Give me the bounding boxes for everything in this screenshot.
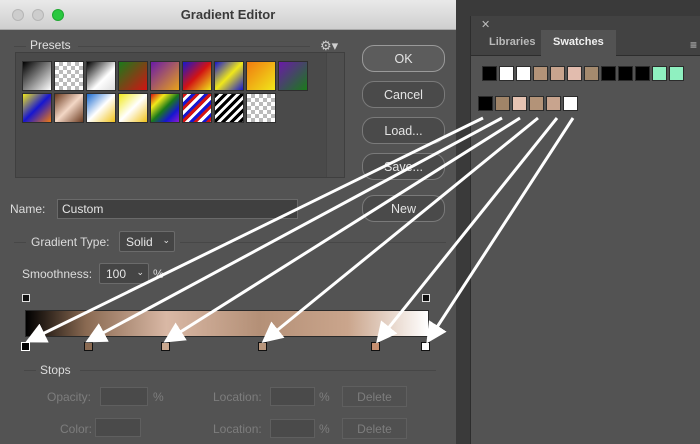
swatch[interactable] <box>482 66 497 81</box>
swatch[interactable] <box>516 66 531 81</box>
color-stop[interactable] <box>421 342 430 351</box>
color-stop[interactable] <box>21 342 30 351</box>
gradient-editor-window: Gradient Editor Presets ⚙▾ OK Cancel Loa… <box>0 0 456 444</box>
opacity-location-field[interactable] <box>270 387 315 406</box>
opacity-percent: % <box>153 390 164 404</box>
gradient-type-value: Solid <box>126 235 153 249</box>
preset-swatch[interactable] <box>214 93 244 123</box>
swatch[interactable] <box>499 66 514 81</box>
smoothness-value: 100 <box>106 267 127 281</box>
cancel-button[interactable]: Cancel <box>362 81 445 108</box>
swatch[interactable] <box>550 66 565 81</box>
opacity-location-label: Location: <box>213 390 262 404</box>
presets-scrollbar[interactable] <box>326 53 344 177</box>
gradient-type-select[interactable]: Solid ⌄ <box>119 231 175 252</box>
swatch[interactable] <box>529 96 544 111</box>
swatch[interactable] <box>669 66 684 81</box>
preset-swatch[interactable] <box>182 61 212 91</box>
panel-header: ✕ Libraries Swatches ≡ <box>471 16 700 56</box>
window-title: Gradient Editor <box>180 7 276 22</box>
gradient-type-divider-left <box>14 242 26 243</box>
stops-label: Stops <box>40 363 71 377</box>
opacity-delete-button[interactable]: Delete <box>342 386 407 407</box>
stops-divider-left <box>24 370 36 371</box>
load-button[interactable]: Load... <box>362 117 445 144</box>
preset-swatch[interactable] <box>22 61 52 91</box>
preset-swatch[interactable] <box>182 93 212 123</box>
preset-swatch[interactable] <box>54 61 84 91</box>
swatch[interactable] <box>495 96 510 111</box>
color-location-percent: % <box>319 422 330 436</box>
preset-swatch[interactable] <box>54 93 84 123</box>
preset-swatch[interactable] <box>246 61 276 91</box>
color-stop[interactable] <box>371 342 380 351</box>
color-label: Color: <box>60 422 93 436</box>
preset-swatch[interactable] <box>278 61 308 91</box>
opacity-stop-right[interactable] <box>422 294 430 302</box>
swatch[interactable] <box>478 96 493 111</box>
preset-swatch[interactable] <box>118 61 148 91</box>
chevron-down-icon: ⌄ <box>136 267 144 277</box>
swatch[interactable] <box>546 96 561 111</box>
swatch[interactable] <box>563 96 578 111</box>
smoothness-percent: % <box>153 267 164 281</box>
save-button[interactable]: Save... <box>362 153 445 180</box>
preset-swatch[interactable] <box>214 61 244 91</box>
gradient-preview-bar[interactable] <box>25 310 429 337</box>
gradient-type-label: Gradient Type: <box>31 235 110 249</box>
chevron-down-icon: ⌄ <box>162 235 170 245</box>
swatch[interactable] <box>584 66 599 81</box>
title-bar: Gradient Editor <box>0 0 456 30</box>
swatch[interactable] <box>567 66 582 81</box>
color-stop[interactable] <box>161 342 170 351</box>
panel-menu-icon[interactable]: ≡ <box>690 38 697 52</box>
preset-swatch[interactable] <box>22 93 52 123</box>
preset-swatch[interactable] <box>118 93 148 123</box>
opacity-field[interactable] <box>100 387 148 406</box>
color-location-label: Location: <box>213 422 262 436</box>
color-location-field[interactable] <box>270 419 315 438</box>
preset-swatch[interactable] <box>86 61 116 91</box>
tab-swatches[interactable]: Swatches <box>541 30 616 56</box>
swatch[interactable] <box>533 66 548 81</box>
opacity-stop-left[interactable] <box>22 294 30 302</box>
presets-list[interactable] <box>15 52 345 178</box>
presets-divider-left <box>14 46 26 47</box>
ok-button[interactable]: OK <box>362 45 445 72</box>
preset-swatch[interactable] <box>86 93 116 123</box>
presets-label: Presets <box>30 38 71 52</box>
swatch[interactable] <box>635 66 650 81</box>
smoothness-field[interactable]: 100 ⌄ <box>99 263 149 284</box>
stops-divider-right <box>80 370 436 371</box>
swatches-panel: ✕ Libraries Swatches ≡ <box>470 16 700 444</box>
name-label: Name: <box>10 202 46 216</box>
presets-divider-right <box>78 46 310 47</box>
swatch[interactable] <box>618 66 633 81</box>
color-field[interactable] <box>95 418 141 437</box>
tab-libraries[interactable]: Libraries <box>477 30 547 56</box>
preset-swatch[interactable] <box>150 93 180 123</box>
smoothness-label: Smoothness: <box>22 267 93 281</box>
opacity-location-percent: % <box>319 390 330 404</box>
swatch[interactable] <box>601 66 616 81</box>
preset-swatch[interactable] <box>150 61 180 91</box>
color-delete-button[interactable]: Delete <box>342 418 407 439</box>
swatch[interactable] <box>512 96 527 111</box>
preset-swatch[interactable] <box>246 93 276 123</box>
color-stop[interactable] <box>84 342 93 351</box>
swatch[interactable] <box>652 66 667 81</box>
gradient-type-divider-right <box>180 242 446 243</box>
name-input[interactable]: Custom <box>57 199 298 219</box>
opacity-label: Opacity: <box>47 390 92 404</box>
color-stop[interactable] <box>258 342 267 351</box>
new-button[interactable]: New <box>362 195 445 222</box>
